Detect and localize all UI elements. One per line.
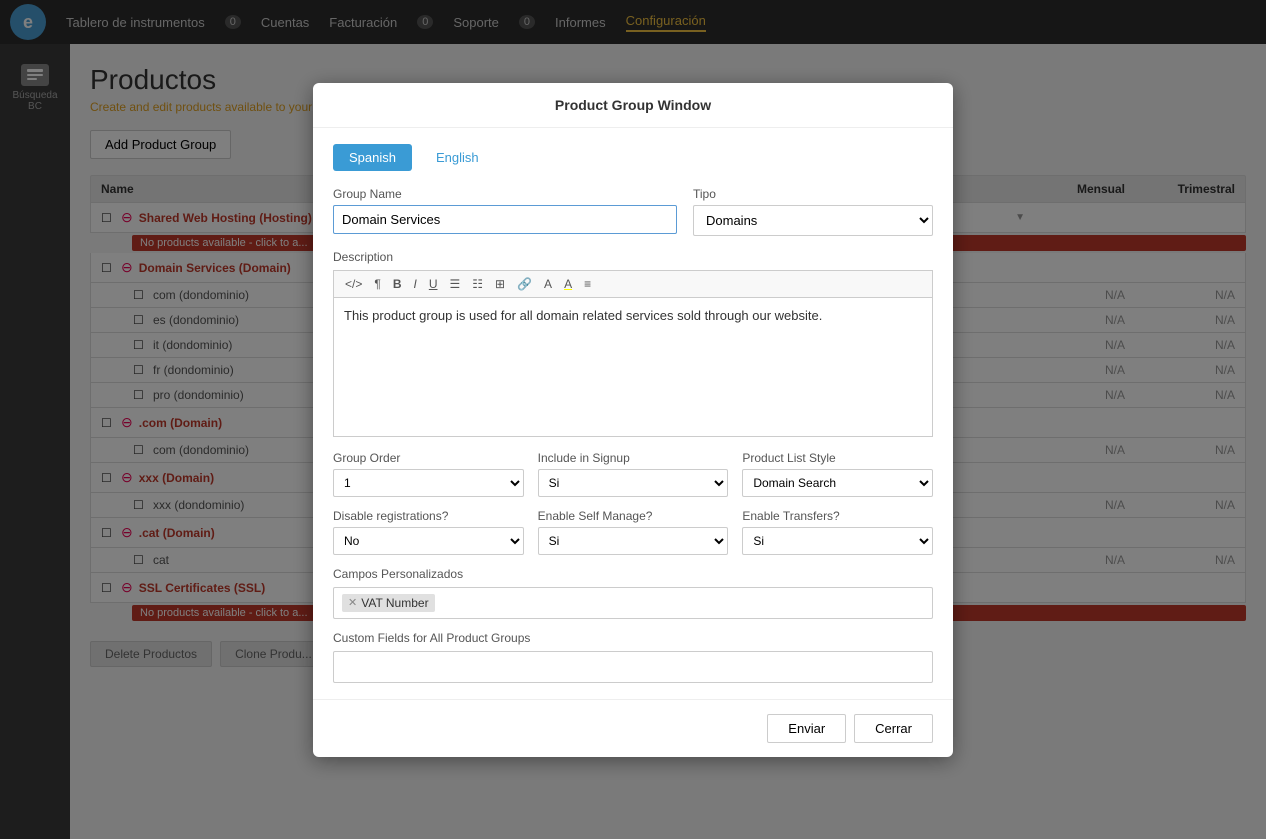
modal-title: Product Group Window bbox=[313, 83, 953, 128]
campos-section: Campos Personalizados ✕ VAT Number bbox=[333, 567, 933, 619]
product-list-style-label: Product List Style bbox=[742, 451, 933, 465]
modal-footer: Enviar Cerrar bbox=[313, 699, 953, 757]
toolbar-align[interactable]: ≡ bbox=[579, 275, 596, 293]
lang-tabs: Spanish English bbox=[333, 144, 933, 171]
group-name-label: Group Name bbox=[333, 187, 677, 201]
tag-remove-icon[interactable]: ✕ bbox=[348, 596, 357, 609]
tab-english[interactable]: English bbox=[420, 144, 495, 171]
custom-all-section: Custom Fields for All Product Groups bbox=[333, 631, 933, 683]
disable-reg-select[interactable]: NoSi bbox=[333, 527, 524, 555]
toolbar-para[interactable]: ¶ bbox=[369, 275, 385, 293]
group-name-input[interactable] bbox=[333, 205, 677, 234]
form-row-disable-self-transfers: Disable registrations? NoSi Enable Self … bbox=[333, 509, 933, 555]
cerrar-button[interactable]: Cerrar bbox=[854, 714, 933, 743]
toolbar-code[interactable]: </> bbox=[340, 275, 367, 293]
custom-all-label: Custom Fields for All Product Groups bbox=[333, 631, 933, 645]
tipo-field: Tipo Domains Hosting SSL bbox=[693, 187, 933, 236]
toolbar-bgcolor[interactable]: A bbox=[559, 275, 577, 293]
custom-all-input[interactable] bbox=[333, 651, 933, 683]
enable-self-field: Enable Self Manage? SiNo bbox=[538, 509, 729, 555]
form-row-order-signup-style: Group Order 123 Include in Signup SiNo bbox=[333, 451, 933, 497]
enable-transfers-label: Enable Transfers? bbox=[742, 509, 933, 523]
toolbar-italic[interactable]: I bbox=[408, 275, 421, 293]
enable-self-label: Enable Self Manage? bbox=[538, 509, 729, 523]
form-row-name-tipo: Group Name Tipo Domains Hosting SSL bbox=[333, 187, 933, 236]
campos-tag-input[interactable]: ✕ VAT Number bbox=[333, 587, 933, 619]
editor-toolbar: </> ¶ B I U ☰ ☷ ⊞ 🔗 A A ≡ bbox=[333, 270, 933, 297]
disable-reg-field: Disable registrations? NoSi bbox=[333, 509, 524, 555]
product-group-modal: Product Group Window Spanish English Gro… bbox=[313, 83, 953, 757]
toolbar-bold[interactable]: B bbox=[388, 275, 407, 293]
modal-body: Spanish English Group Name Tipo Domains … bbox=[313, 128, 953, 699]
toolbar-link[interactable]: 🔗 bbox=[512, 275, 537, 293]
include-signup-select[interactable]: SiNo bbox=[538, 469, 729, 497]
product-list-style-select[interactable]: Domain SearchStandard bbox=[742, 469, 933, 497]
tag-label: VAT Number bbox=[361, 596, 428, 610]
tipo-label: Tipo bbox=[693, 187, 933, 201]
toolbar-table[interactable]: ⊞ bbox=[490, 275, 510, 293]
group-order-label: Group Order bbox=[333, 451, 524, 465]
editor-content[interactable]: This product group is used for all domai… bbox=[333, 297, 933, 437]
campos-label: Campos Personalizados bbox=[333, 567, 933, 581]
product-list-style-field: Product List Style Domain SearchStandard bbox=[742, 451, 933, 497]
enable-transfers-field: Enable Transfers? SiNo bbox=[742, 509, 933, 555]
group-name-field: Group Name bbox=[333, 187, 677, 236]
include-signup-field: Include in Signup SiNo bbox=[538, 451, 729, 497]
description-label: Description bbox=[333, 250, 933, 264]
description-section: Description </> ¶ B I U ☰ ☷ ⊞ 🔗 A A ≡ Th… bbox=[333, 250, 933, 437]
disable-reg-label: Disable registrations? bbox=[333, 509, 524, 523]
tab-spanish[interactable]: Spanish bbox=[333, 144, 412, 171]
modal-overlay: Product Group Window Spanish English Gro… bbox=[0, 0, 1266, 839]
description-text: This product group is used for all domai… bbox=[344, 308, 822, 323]
group-order-select[interactable]: 123 bbox=[333, 469, 524, 497]
enviar-button[interactable]: Enviar bbox=[767, 714, 846, 743]
toolbar-ul[interactable]: ☰ bbox=[445, 275, 466, 293]
group-order-field: Group Order 123 bbox=[333, 451, 524, 497]
tag-vat: ✕ VAT Number bbox=[342, 594, 435, 612]
toolbar-underline[interactable]: U bbox=[424, 275, 443, 293]
toolbar-ol[interactable]: ☷ bbox=[467, 275, 488, 293]
enable-transfers-select[interactable]: SiNo bbox=[742, 527, 933, 555]
include-signup-label: Include in Signup bbox=[538, 451, 729, 465]
tipo-select[interactable]: Domains Hosting SSL bbox=[693, 205, 933, 236]
enable-self-select[interactable]: SiNo bbox=[538, 527, 729, 555]
toolbar-color[interactable]: A bbox=[539, 275, 557, 293]
